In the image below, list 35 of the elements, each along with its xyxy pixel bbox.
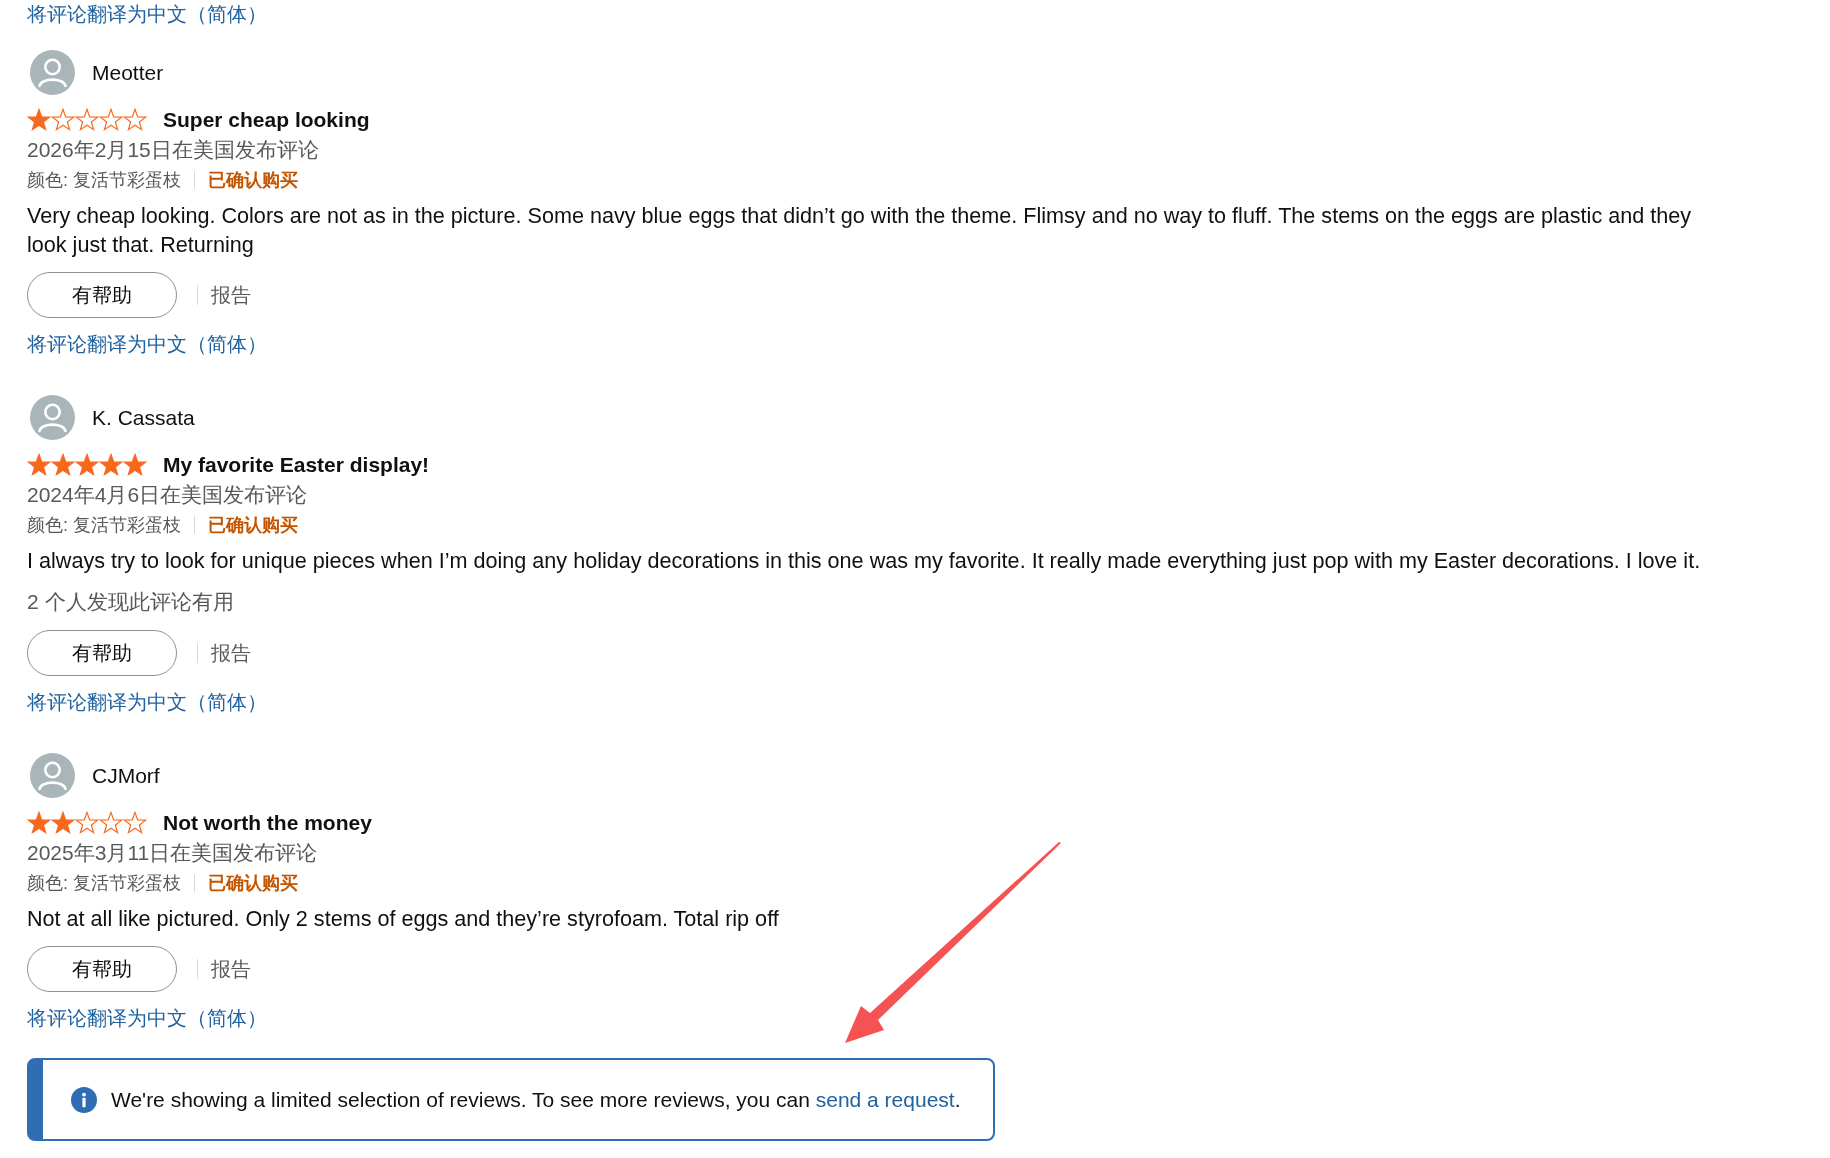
send-request-link[interactable]: send a request xyxy=(815,1087,955,1111)
avatar-icon xyxy=(30,395,75,440)
review-title: Super cheap looking xyxy=(163,108,370,132)
info-icon xyxy=(71,1086,97,1113)
review-date: 2024年4月6日在美国发布评论 xyxy=(27,482,308,508)
reviewer-name: K. Cassata xyxy=(92,405,195,430)
review-text: I always try to look for unique pieces when I’m doing any holiday decorations in this one was my favorite. It really made everything just pop with my Easter decorations. I love it. xyxy=(27,547,1701,575)
notice-text: We're showing a limited selection of reviews. To see more reviews, you can send a request. xyxy=(111,1087,961,1112)
variant-label: 颜色: 复活节彩蛋枝 xyxy=(27,169,181,192)
review-date: 2026年2月15日在美国发布评论 xyxy=(27,137,319,163)
helpful-button[interactable]: 有帮助 xyxy=(27,272,177,318)
verified-purchase-label: 已确认购买 xyxy=(208,169,298,192)
review-text: Very cheap looking. Colors are not as in the picture. Some navy blue eggs that didn’t go with the theme. Flimsy and no way to fluff. The stems on the eggs are plastic and they look just that. Returning xyxy=(27,202,1693,259)
report-link[interactable]: 报告 xyxy=(211,955,251,983)
review-title: Not worth the money xyxy=(163,811,372,835)
variant-label: 颜色: 复活节彩蛋枝 xyxy=(27,514,181,537)
translate-link[interactable]: 将评论翻译为中文（简体） xyxy=(27,688,267,716)
translate-link[interactable]: 将评论翻译为中文（简体） xyxy=(27,330,267,358)
helpful-button[interactable]: 有帮助 xyxy=(27,630,177,676)
review-title: My favorite Easter display! xyxy=(163,453,430,477)
avatar-icon xyxy=(30,753,75,798)
translate-link[interactable]: 将评论翻译为中文（简体） xyxy=(27,1004,267,1032)
helpful-count: 2 个人发现此评论有用 xyxy=(27,589,234,615)
translate-link[interactable]: 将评论翻译为中文（简体） xyxy=(27,0,267,28)
report-link[interactable]: 报告 xyxy=(211,639,251,667)
avatar-icon xyxy=(30,50,75,95)
review-date: 2025年3月11日在美国发布评论 xyxy=(27,840,318,866)
variant-label: 颜色: 复活节彩蛋枝 xyxy=(27,872,181,895)
verified-purchase-label: 已确认购买 xyxy=(208,872,298,895)
reviewer-name: CJMorf xyxy=(92,763,160,788)
helpful-button[interactable]: 有帮助 xyxy=(27,946,177,992)
review-text: Not at all like pictured. Only 2 stems of eggs and they’re styrofoam. Total rip off xyxy=(27,905,779,933)
verified-purchase-label: 已确认购买 xyxy=(208,514,298,537)
report-link[interactable]: 报告 xyxy=(211,281,251,309)
reviewer-name: Meotter xyxy=(92,60,164,85)
